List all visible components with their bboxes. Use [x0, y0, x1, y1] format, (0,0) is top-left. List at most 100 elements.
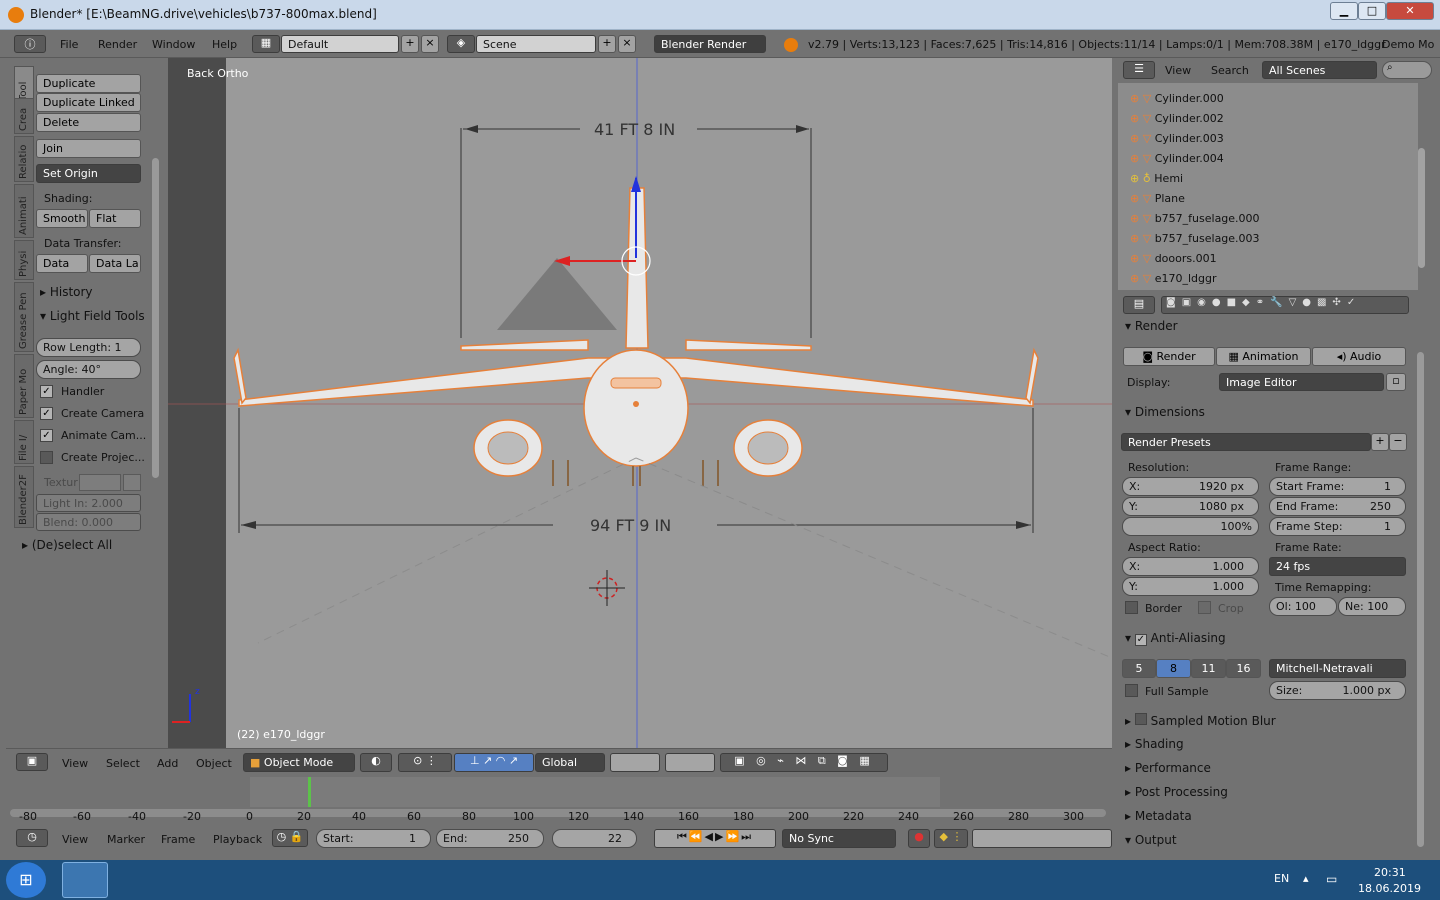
3d-select-menu[interactable]: Select — [106, 757, 140, 770]
anti-aliasing-panel-header[interactable]: ▾ ✓ Anti-Aliasing — [1125, 631, 1226, 646]
app-taskbar-icon[interactable] — [908, 862, 954, 898]
frame-step-field[interactable]: Frame Step: 1 — [1269, 517, 1406, 536]
tab-grease-pencil[interactable]: Grease Pen — [14, 282, 34, 352]
3d-view-menu[interactable]: View — [62, 757, 88, 770]
row-length-field[interactable]: Row Length: 1 — [36, 338, 141, 357]
light-field-tools-header[interactable]: ▾ Light Field Tools — [40, 309, 145, 323]
aa-samples-8[interactable]: 8 — [1156, 659, 1191, 678]
tab-paper-model[interactable]: Paper Mo — [14, 354, 34, 418]
display-select[interactable]: Image Editor — [1219, 373, 1384, 391]
aspect-y-field[interactable]: Y: 1.000 — [1122, 577, 1259, 596]
blender-taskbar-icon[interactable] — [62, 862, 108, 898]
tab-blender2f[interactable]: Blender2F — [14, 466, 34, 528]
menu-window[interactable]: Window — [152, 38, 195, 51]
shading-panel-header[interactable]: ▸ Shading — [1125, 737, 1184, 751]
filter-size-field[interactable]: Size: 1.000 px — [1269, 681, 1406, 700]
aa-filter-select[interactable]: Mitchell-Netravali — [1269, 659, 1406, 678]
preview-range-toggle[interactable]: ◷ 🔒 — [272, 829, 308, 847]
outliner-item[interactable]: ⊕ ♁ Hemi — [1130, 172, 1415, 192]
layout-select[interactable]: Default — [281, 35, 399, 53]
tab-file-io[interactable]: File I/ — [14, 420, 34, 464]
aircraft-blueprint[interactable] — [168, 58, 1112, 748]
render-presets-select[interactable]: Render Presets — [1121, 433, 1371, 451]
resolution-x-field[interactable]: X: 1920 px — [1122, 477, 1259, 496]
demo-mode-label[interactable]: Demo Mo — [1382, 38, 1434, 51]
texture-field[interactable] — [79, 474, 121, 491]
timeline-playback-menu[interactable]: Playback — [213, 833, 262, 846]
editor-type-3d-icon[interactable]: ▣ — [16, 753, 48, 771]
add-layout-button[interactable]: + — [401, 35, 419, 53]
app-taskbar-icon[interactable] — [126, 862, 172, 898]
layers-grid-b[interactable] — [665, 753, 715, 772]
3dsmax-taskbar-icon[interactable] — [306, 862, 352, 898]
audition-taskbar-icon[interactable] — [488, 862, 534, 898]
explorer-taskbar-icon[interactable] — [548, 862, 594, 898]
outliner-item[interactable]: ⊕ ▽ e170_ldggr — [1130, 272, 1415, 292]
app-taskbar-icon[interactable] — [246, 862, 292, 898]
outliner-scrollbar[interactable] — [1418, 148, 1425, 268]
render-view-toggle[interactable]: ▫ — [1386, 373, 1406, 391]
pivot-point-select[interactable]: ⊙ ⋮ — [398, 753, 452, 772]
outliner-item[interactable]: ⊕ ▽ b757_fuselage.003 — [1130, 232, 1415, 252]
app-taskbar-icon[interactable] — [608, 862, 654, 898]
clock-date[interactable]: 18.06.2019 — [1358, 882, 1421, 895]
tray-chevron-icon[interactable]: ▴ — [1303, 872, 1309, 885]
outliner-item[interactable]: ⊕ ▽ dooors.001 — [1130, 252, 1415, 272]
crop-checkbox[interactable] — [1198, 601, 1211, 614]
render-panel-header[interactable]: ▾ Render — [1125, 319, 1178, 333]
tab-relations[interactable]: Relatio — [14, 136, 34, 182]
angle-field[interactable]: Angle: 40° — [36, 360, 141, 379]
clock-time[interactable]: 20:31 — [1374, 866, 1406, 879]
aa-samples-16[interactable]: 16 — [1226, 659, 1261, 678]
app-taskbar-icon[interactable] — [426, 862, 472, 898]
properties-context-tabs[interactable]: ◙▣◉●■◆⚭🔧▽●▩✣✓ — [1161, 296, 1409, 314]
sync-select[interactable]: No Sync — [782, 829, 896, 848]
add-preset-button[interactable]: + — [1371, 433, 1389, 451]
aa-samples-11[interactable]: 11 — [1191, 659, 1226, 678]
keying-set-field[interactable] — [972, 829, 1112, 848]
app-taskbar-icon[interactable] — [788, 862, 834, 898]
duplicate-linked-button[interactable]: Duplicate Linked — [36, 93, 141, 112]
properties-editor-icon[interactable]: ▤ — [1123, 296, 1155, 314]
record-button[interactable]: ● — [908, 829, 930, 848]
light-intensity-field[interactable]: Light In: 2.000 — [36, 494, 141, 512]
ie-taskbar-icon[interactable] — [1088, 862, 1134, 898]
time-remap-old-field[interactable]: Ol: 100 — [1269, 597, 1337, 616]
create-projector-checkbox[interactable] — [40, 451, 53, 464]
outliner-view-menu[interactable]: View — [1165, 64, 1191, 77]
outliner-search-field[interactable]: ⌕ — [1382, 61, 1432, 79]
start-frame-field[interactable]: Start Frame: 1 — [1269, 477, 1406, 496]
app-taskbar-icon[interactable] — [968, 862, 1014, 898]
scene-select[interactable]: Scene — [476, 35, 596, 53]
set-origin-select[interactable]: Set Origin — [36, 164, 141, 183]
outliner-editor-icon[interactable]: ☰ — [1123, 61, 1155, 79]
history-panel-header[interactable]: ▸ History — [40, 285, 93, 299]
sampled-motion-blur-header[interactable]: ▸ Sampled Motion Blur — [1125, 713, 1276, 728]
app-taskbar-icon[interactable] — [186, 862, 232, 898]
remove-scene-button[interactable]: × — [618, 35, 636, 53]
resolution-y-field[interactable]: Y: 1080 px — [1122, 497, 1259, 516]
flat-button[interactable]: Flat — [89, 209, 141, 228]
start-button[interactable]: ⊞ — [6, 862, 46, 898]
outliner-search-menu[interactable]: Search — [1211, 64, 1249, 77]
outliner-item[interactable]: ⊕ ▽ Plane — [1130, 192, 1415, 212]
tab-create[interactable]: Crea — [14, 98, 34, 134]
texture-browse-icon[interactable] — [123, 474, 141, 491]
manipulator-buttons[interactable]: ⊥ ↗ ◠ ↗ — [454, 753, 534, 772]
outliner-item[interactable]: ⊕ ▽ Cylinder.003 — [1130, 132, 1415, 152]
outliner-item[interactable]: ⊕ ▽ Cylinder.004 — [1130, 152, 1415, 172]
join-button[interactable]: Join — [36, 139, 141, 158]
timeline-frame-menu[interactable]: Frame — [161, 833, 195, 846]
timeline-view-menu[interactable]: View — [62, 833, 88, 846]
outliner-display-select[interactable]: All Scenes — [1262, 61, 1377, 79]
app-taskbar-icon[interactable] — [668, 862, 714, 898]
outliner-item[interactable]: ⊕ ▽ Cylinder.002 — [1130, 112, 1415, 132]
duplicate-button[interactable]: Duplicate — [36, 74, 141, 93]
create-camera-checkbox[interactable]: ✓ — [40, 407, 53, 420]
end-field[interactable]: End: 250 — [436, 829, 544, 848]
render-engine-select[interactable]: Blender Render — [654, 35, 766, 53]
keying-set-buttons[interactable]: ◆ ⋮ — [934, 829, 968, 848]
animation-button[interactable]: ▦ Animation — [1216, 347, 1311, 366]
remove-layout-button[interactable]: × — [421, 35, 439, 53]
animate-camera-checkbox[interactable]: ✓ — [40, 429, 53, 442]
